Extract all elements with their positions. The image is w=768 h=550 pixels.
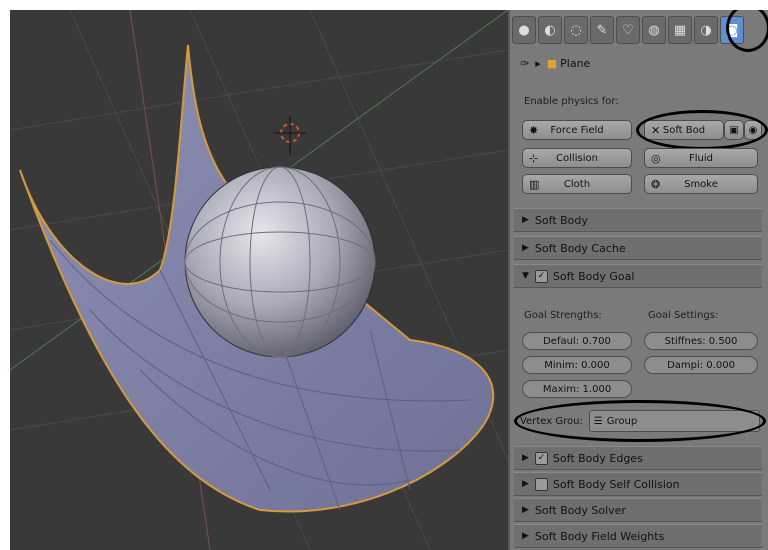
object-icon: ■ xyxy=(546,56,558,70)
annotation-circle-soft-body xyxy=(636,110,768,150)
section-soft-body-self-collision-label: Soft Body Self Collision xyxy=(552,477,680,491)
world-icon: ◌ xyxy=(570,22,582,38)
viewport-scene xyxy=(10,10,508,550)
mesh-icon: ▦ xyxy=(673,22,687,38)
collision-icon: ⊹ xyxy=(529,151,539,165)
section-soft-body-solver[interactable]: ▶ Soft Body Solver xyxy=(514,498,762,522)
goal-maximum-field[interactable]: Maxim: 1.000 xyxy=(522,380,632,398)
cloth-button[interactable]: ▥ Cloth xyxy=(522,174,632,194)
wrench-icon: ✎ xyxy=(596,22,608,38)
expand-arrow-icon: ▶ xyxy=(522,531,529,541)
tab-object[interactable]: ✎ xyxy=(590,16,614,44)
properties-panel: ● ◐ ◌ ✎ ♡ ◍ ▦ ◑ ◙ ✑ ▸ ■ Plane Enable phy… xyxy=(508,10,768,550)
goal-stiffness-field[interactable]: Stiffnes: 0.500 xyxy=(644,332,758,350)
pin-icon[interactable]: ✑ xyxy=(520,57,529,70)
goal-default-field[interactable]: Defaul: 0.700 xyxy=(522,332,632,350)
tab-constraints[interactable]: ♡ xyxy=(616,16,640,44)
camera-icon: ● xyxy=(518,22,530,38)
tab-world[interactable]: ◌ xyxy=(564,16,588,44)
edges-checkbox[interactable]: ✓ xyxy=(534,451,548,465)
expand-arrow-icon: ▶ xyxy=(522,215,529,225)
goal-checkbox[interactable]: ✓ xyxy=(534,269,548,283)
expand-arrow-icon: ▶ xyxy=(522,453,529,463)
collision-label: Collision xyxy=(556,152,598,164)
fluid-label: Fluid xyxy=(689,152,713,164)
section-soft-body-goal[interactable]: ▼ ✓ Soft Body Goal xyxy=(514,264,762,288)
collapse-arrow-icon: ▼ xyxy=(522,271,529,281)
object-name: Plane xyxy=(560,56,591,70)
force-field-icon: ✸ xyxy=(529,123,539,137)
modifier-icon: ◍ xyxy=(648,22,660,38)
context-path: ✑ ▸ ■ Plane xyxy=(520,52,590,74)
material-icon: ◑ xyxy=(700,22,712,38)
section-soft-body-label: Soft Body xyxy=(534,213,588,227)
expand-arrow-icon: ▶ xyxy=(522,505,529,515)
section-soft-body-solver-label: Soft Body Solver xyxy=(534,503,626,517)
goal-strengths-label: Goal Strengths: xyxy=(524,310,602,321)
collision-button[interactable]: ⊹ Collision xyxy=(522,148,632,168)
section-soft-body-goal-label: Soft Body Goal xyxy=(552,269,635,283)
fluid-button[interactable]: ◎ Fluid xyxy=(644,148,758,168)
section-soft-body-field-weights-label: Soft Body Field Weights xyxy=(534,529,665,543)
cloth-label: Cloth xyxy=(563,178,591,190)
tab-material[interactable]: ◑ xyxy=(694,16,718,44)
3d-viewport[interactable] xyxy=(10,10,508,550)
expand-arrow-icon: ▶ xyxy=(522,479,529,489)
smoke-button[interactable]: ❂ Smoke xyxy=(644,174,758,194)
smoke-icon: ❂ xyxy=(651,177,661,191)
section-soft-body-self-collision[interactable]: ▶ Soft Body Self Collision xyxy=(514,472,762,496)
annotation-circle-physics-tab xyxy=(726,10,768,52)
enable-physics-label: Enable physics for: xyxy=(524,96,619,107)
cloth-icon: ▥ xyxy=(529,177,540,191)
constraint-icon: ♡ xyxy=(622,22,634,38)
smoke-label: Smoke xyxy=(684,178,718,190)
fluid-icon: ◎ xyxy=(651,151,661,165)
tab-data[interactable]: ▦ xyxy=(668,16,692,44)
sphere[interactable] xyxy=(184,166,376,358)
section-soft-body-field-weights[interactable]: ▶ Soft Body Field Weights xyxy=(514,524,762,548)
object-context: ■ Plane xyxy=(547,57,591,70)
scene-path-icon: ▸ xyxy=(535,56,541,70)
goal-damping-field[interactable]: Dampi: 0.000 xyxy=(644,356,758,374)
left-margin xyxy=(0,0,10,550)
section-soft-body-cache[interactable]: ▶ Soft Body Cache xyxy=(514,236,762,260)
goal-settings-label: Goal Settings: xyxy=(648,310,719,321)
section-soft-body-cache-label: Soft Body Cache xyxy=(534,241,626,255)
3d-cursor[interactable] xyxy=(274,116,306,155)
section-soft-body-edges[interactable]: ▶ ✓ Soft Body Edges xyxy=(514,446,762,470)
scene-icon: ◐ xyxy=(544,22,556,38)
tab-scene[interactable]: ◐ xyxy=(538,16,562,44)
goal-minimum-field[interactable]: Minim: 0.000 xyxy=(522,356,632,374)
section-soft-body-edges-label: Soft Body Edges xyxy=(552,451,643,465)
force-field-label: Force Field xyxy=(550,124,604,136)
tab-modifiers[interactable]: ◍ xyxy=(642,16,666,44)
force-field-button[interactable]: ✸ Force Field xyxy=(522,120,632,140)
annotation-circle-vertex-group xyxy=(514,400,766,442)
section-soft-body[interactable]: ▶ Soft Body xyxy=(514,208,762,232)
tab-render[interactable]: ● xyxy=(512,16,536,44)
expand-arrow-icon: ▶ xyxy=(522,243,529,253)
self-collision-checkbox[interactable] xyxy=(534,477,548,491)
